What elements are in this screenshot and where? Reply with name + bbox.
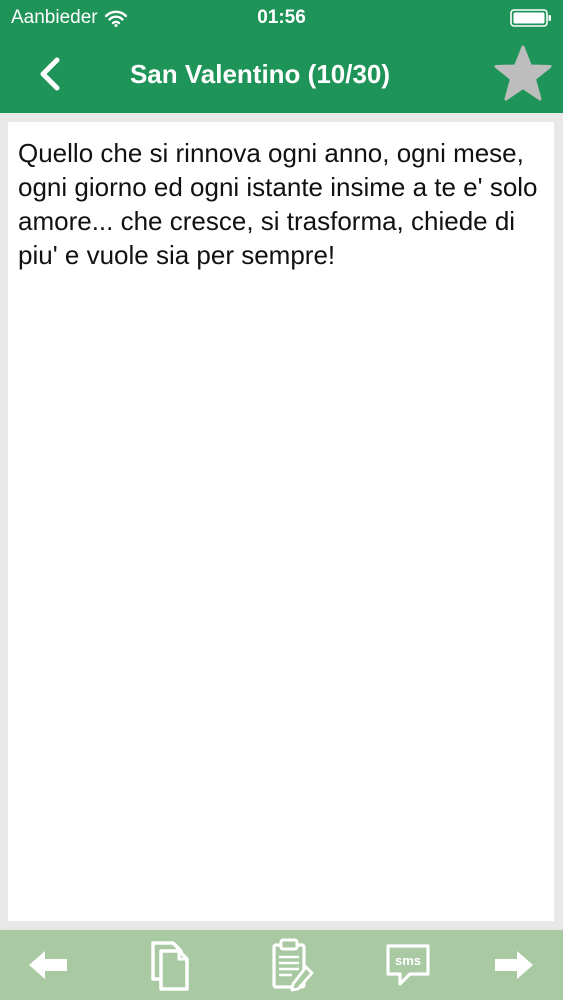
clock: 01:56 bbox=[257, 7, 306, 28]
status-bar: Aanbieder 01:56 bbox=[0, 0, 563, 36]
clipboard-edit-icon bbox=[272, 938, 314, 992]
sms-button[interactable]: sms bbox=[378, 930, 438, 1000]
copy-icon bbox=[151, 941, 189, 991]
message-card: Quello che si rinnova ogni anno, ogni me… bbox=[8, 122, 554, 921]
battery-icon bbox=[510, 9, 551, 27]
message-text: Quello che si rinnova ogni anno, ogni me… bbox=[18, 138, 538, 270]
clipboard-button[interactable] bbox=[262, 930, 322, 1000]
arrow-left-icon bbox=[29, 951, 67, 979]
arrow-right-icon bbox=[495, 951, 533, 979]
favorite-button[interactable] bbox=[492, 44, 554, 106]
navigation-bar: San Valentino (10/30) bbox=[0, 36, 563, 113]
copy-button[interactable] bbox=[140, 930, 200, 1000]
star-icon bbox=[494, 45, 552, 101]
bottom-toolbar: sms bbox=[0, 930, 563, 1000]
previous-button[interactable] bbox=[18, 930, 78, 1000]
app-header: Aanbieder 01:56 San Valentino (10/30) bbox=[0, 0, 563, 113]
sms-label: sms bbox=[395, 953, 421, 968]
page-title: San Valentino (10/30) bbox=[129, 59, 391, 89]
next-button[interactable] bbox=[484, 930, 544, 1000]
sms-icon: sms bbox=[386, 944, 430, 986]
